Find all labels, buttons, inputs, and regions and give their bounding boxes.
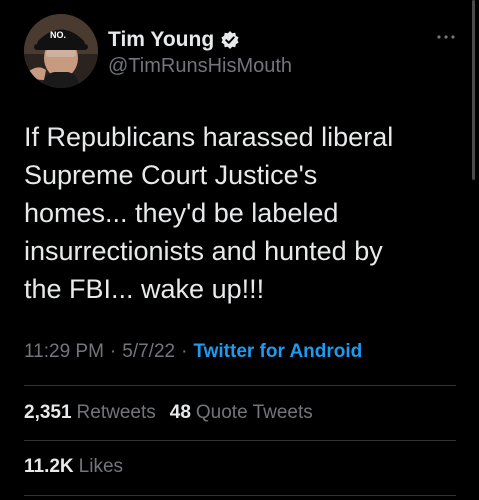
retweets-label: Retweets xyxy=(76,402,156,423)
retweets-count: 2,351 xyxy=(24,402,72,423)
quote-tweets-stat[interactable]: 48 Quote Tweets xyxy=(170,402,313,423)
likes-stat[interactable]: 11.2K Likes xyxy=(24,456,123,477)
meta-separator: · xyxy=(109,341,117,362)
tweet-date[interactable]: 5/7/22 xyxy=(122,341,175,362)
likes-count: 11.2K xyxy=(24,456,74,477)
divider xyxy=(24,495,456,496)
engagement-row: 2,351 Retweets 48 Quote Tweets xyxy=(24,402,313,424)
display-name[interactable]: Tim Young xyxy=(108,28,214,52)
tweet-detail: NO. Tim Young @TimRunsHisMouth If Republ… xyxy=(0,0,479,500)
tweet-metadata: 11:29 PM · 5/7/22 · Twitter for Android xyxy=(24,341,362,363)
more-options-icon[interactable] xyxy=(435,30,457,42)
quote-tweets-count: 48 xyxy=(169,402,191,423)
meta-separator: · xyxy=(181,341,188,362)
scrollbar[interactable] xyxy=(472,0,475,180)
tweet-source-link[interactable]: Twitter for Android xyxy=(193,341,362,362)
verified-badge-icon xyxy=(220,30,240,50)
tweet-text: If Republicans harassed liberal Supreme … xyxy=(24,122,394,304)
name-row: Tim Young xyxy=(108,28,292,52)
divider xyxy=(24,385,456,386)
user-handle[interactable]: @TimRunsHisMouth xyxy=(108,55,292,78)
tweet-time[interactable]: 11:29 PM xyxy=(24,341,104,362)
avatar[interactable]: NO. xyxy=(24,14,98,88)
likes-row: 11.2K Likes xyxy=(24,456,123,478)
author-info: Tim Young @TimRunsHisMouth xyxy=(108,28,292,78)
likes-label: Likes xyxy=(78,456,124,477)
retweets-stat[interactable]: 2,351 Retweets xyxy=(24,402,156,423)
profile-photo-icon: NO. xyxy=(24,14,98,88)
hat-text: NO. xyxy=(50,30,66,40)
quote-tweets-label: Quote Tweets xyxy=(195,402,313,423)
divider xyxy=(24,440,456,441)
